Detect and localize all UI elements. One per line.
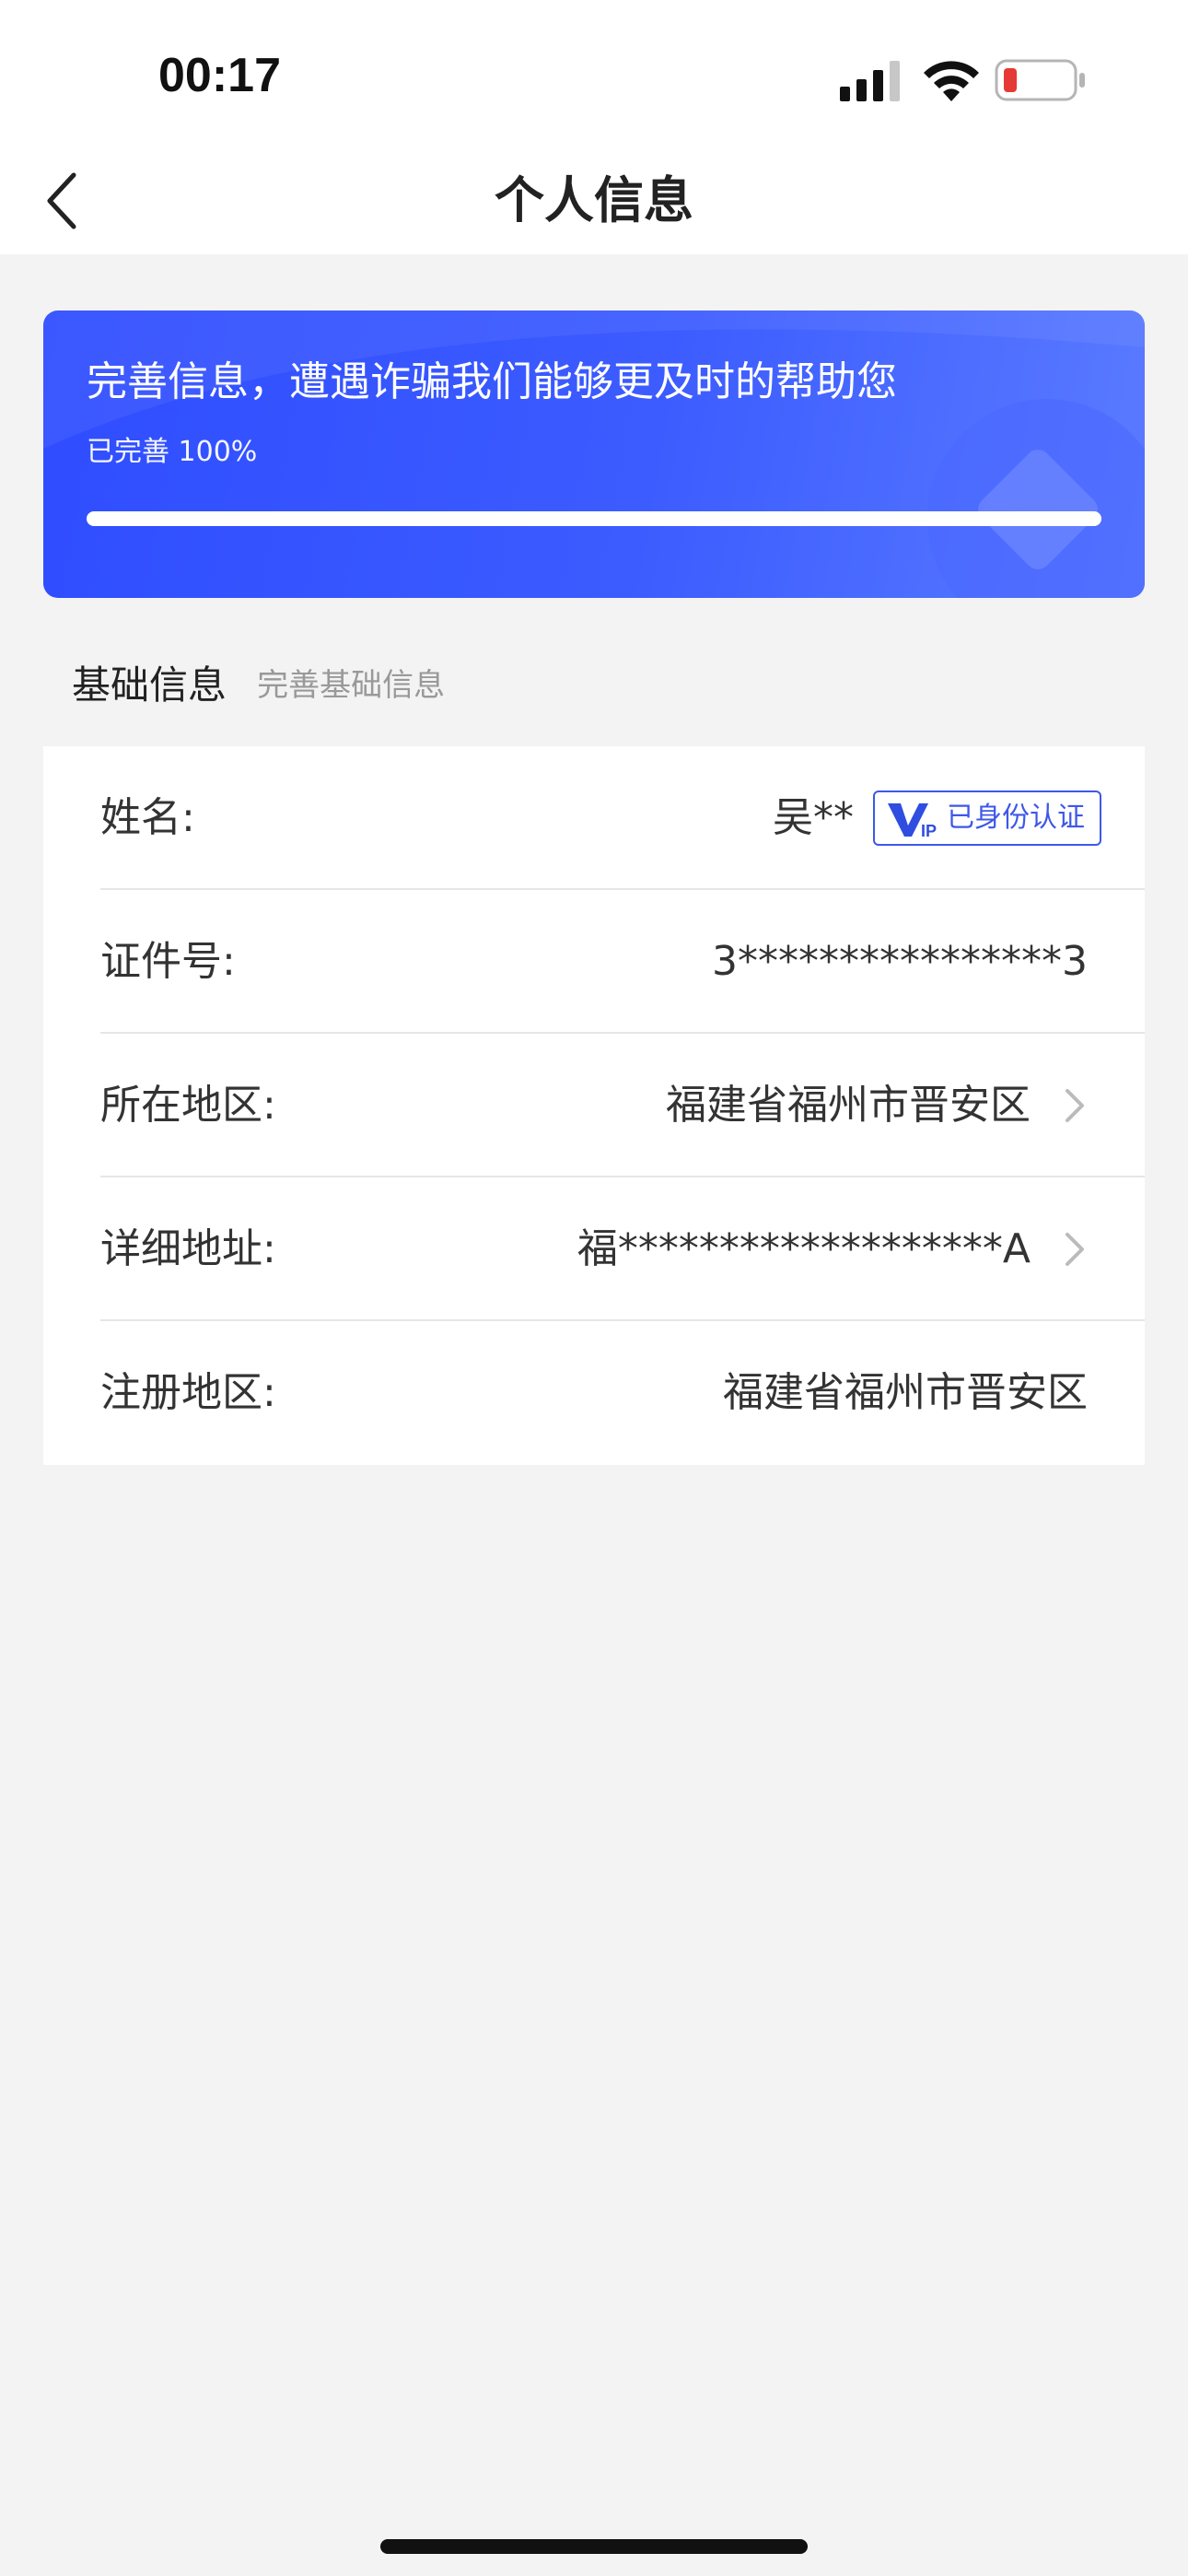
- banner-title: 完善信息，遭遇诈骗我们能够更及时的帮助您: [87, 358, 897, 405]
- region-value: 福建省福州市晋安区: [666, 1082, 1031, 1129]
- basic-info-card: 姓名: 吴** IP 已身份认证 证件号: 3****************3…: [43, 746, 1145, 1465]
- status-time: 00:17: [158, 49, 281, 102]
- section-header: 基础信息 完善基础信息: [72, 654, 445, 709]
- wifi-icon: [924, 61, 979, 101]
- id-number-label: 证件号:: [100, 938, 236, 985]
- name-value: 吴**: [773, 794, 854, 841]
- vip-logo-icon: IP: [888, 803, 937, 840]
- name-row: 姓名: 吴** IP 已身份认证: [43, 746, 1145, 890]
- id-number-row: 证件号: 3****************3: [43, 890, 1145, 1034]
- id-number-value: 3****************3: [712, 938, 1088, 985]
- address-label: 详细地址:: [100, 1225, 276, 1272]
- section-title: 基础信息: [72, 662, 227, 708]
- address-row[interactable]: 详细地址: 福*******************A: [43, 1177, 1145, 1321]
- cellular-signal-icon: [840, 61, 900, 101]
- registered-region-row: 注册地区: 福建省福州市晋安区: [43, 1321, 1145, 1465]
- verified-badge: IP 已身份认证: [873, 790, 1101, 846]
- region-label: 所在地区:: [100, 1082, 276, 1129]
- chevron-right-icon: [1066, 1089, 1084, 1122]
- home-indicator[interactable]: [380, 2539, 808, 2554]
- registered-region-label: 注册地区:: [100, 1369, 276, 1416]
- progress-fill: [87, 511, 1101, 526]
- status-bar: 00:17: [0, 0, 1188, 147]
- page-title: 个人信息: [495, 171, 693, 229]
- completion-progress-bar: [87, 511, 1101, 526]
- registered-region-value: 福建省福州市晋安区: [723, 1369, 1088, 1416]
- name-label: 姓名:: [100, 794, 195, 841]
- section-subtitle: 完善基础信息: [257, 667, 446, 704]
- nav-bar: 个人信息: [0, 147, 1188, 254]
- verified-badge-label: 已身份认证: [947, 802, 1085, 834]
- completion-percent: 已完善 100%: [87, 436, 258, 468]
- region-row[interactable]: 所在地区: 福建省福州市晋安区: [43, 1034, 1145, 1177]
- address-value: 福*******************A: [577, 1225, 1031, 1272]
- battery-low-icon: [995, 59, 1085, 101]
- svg-text:IP: IP: [921, 822, 937, 840]
- completion-banner: 完善信息，遭遇诈骗我们能够更及时的帮助您 已完善 100%: [43, 310, 1145, 598]
- chevron-right-icon: [1066, 1233, 1084, 1266]
